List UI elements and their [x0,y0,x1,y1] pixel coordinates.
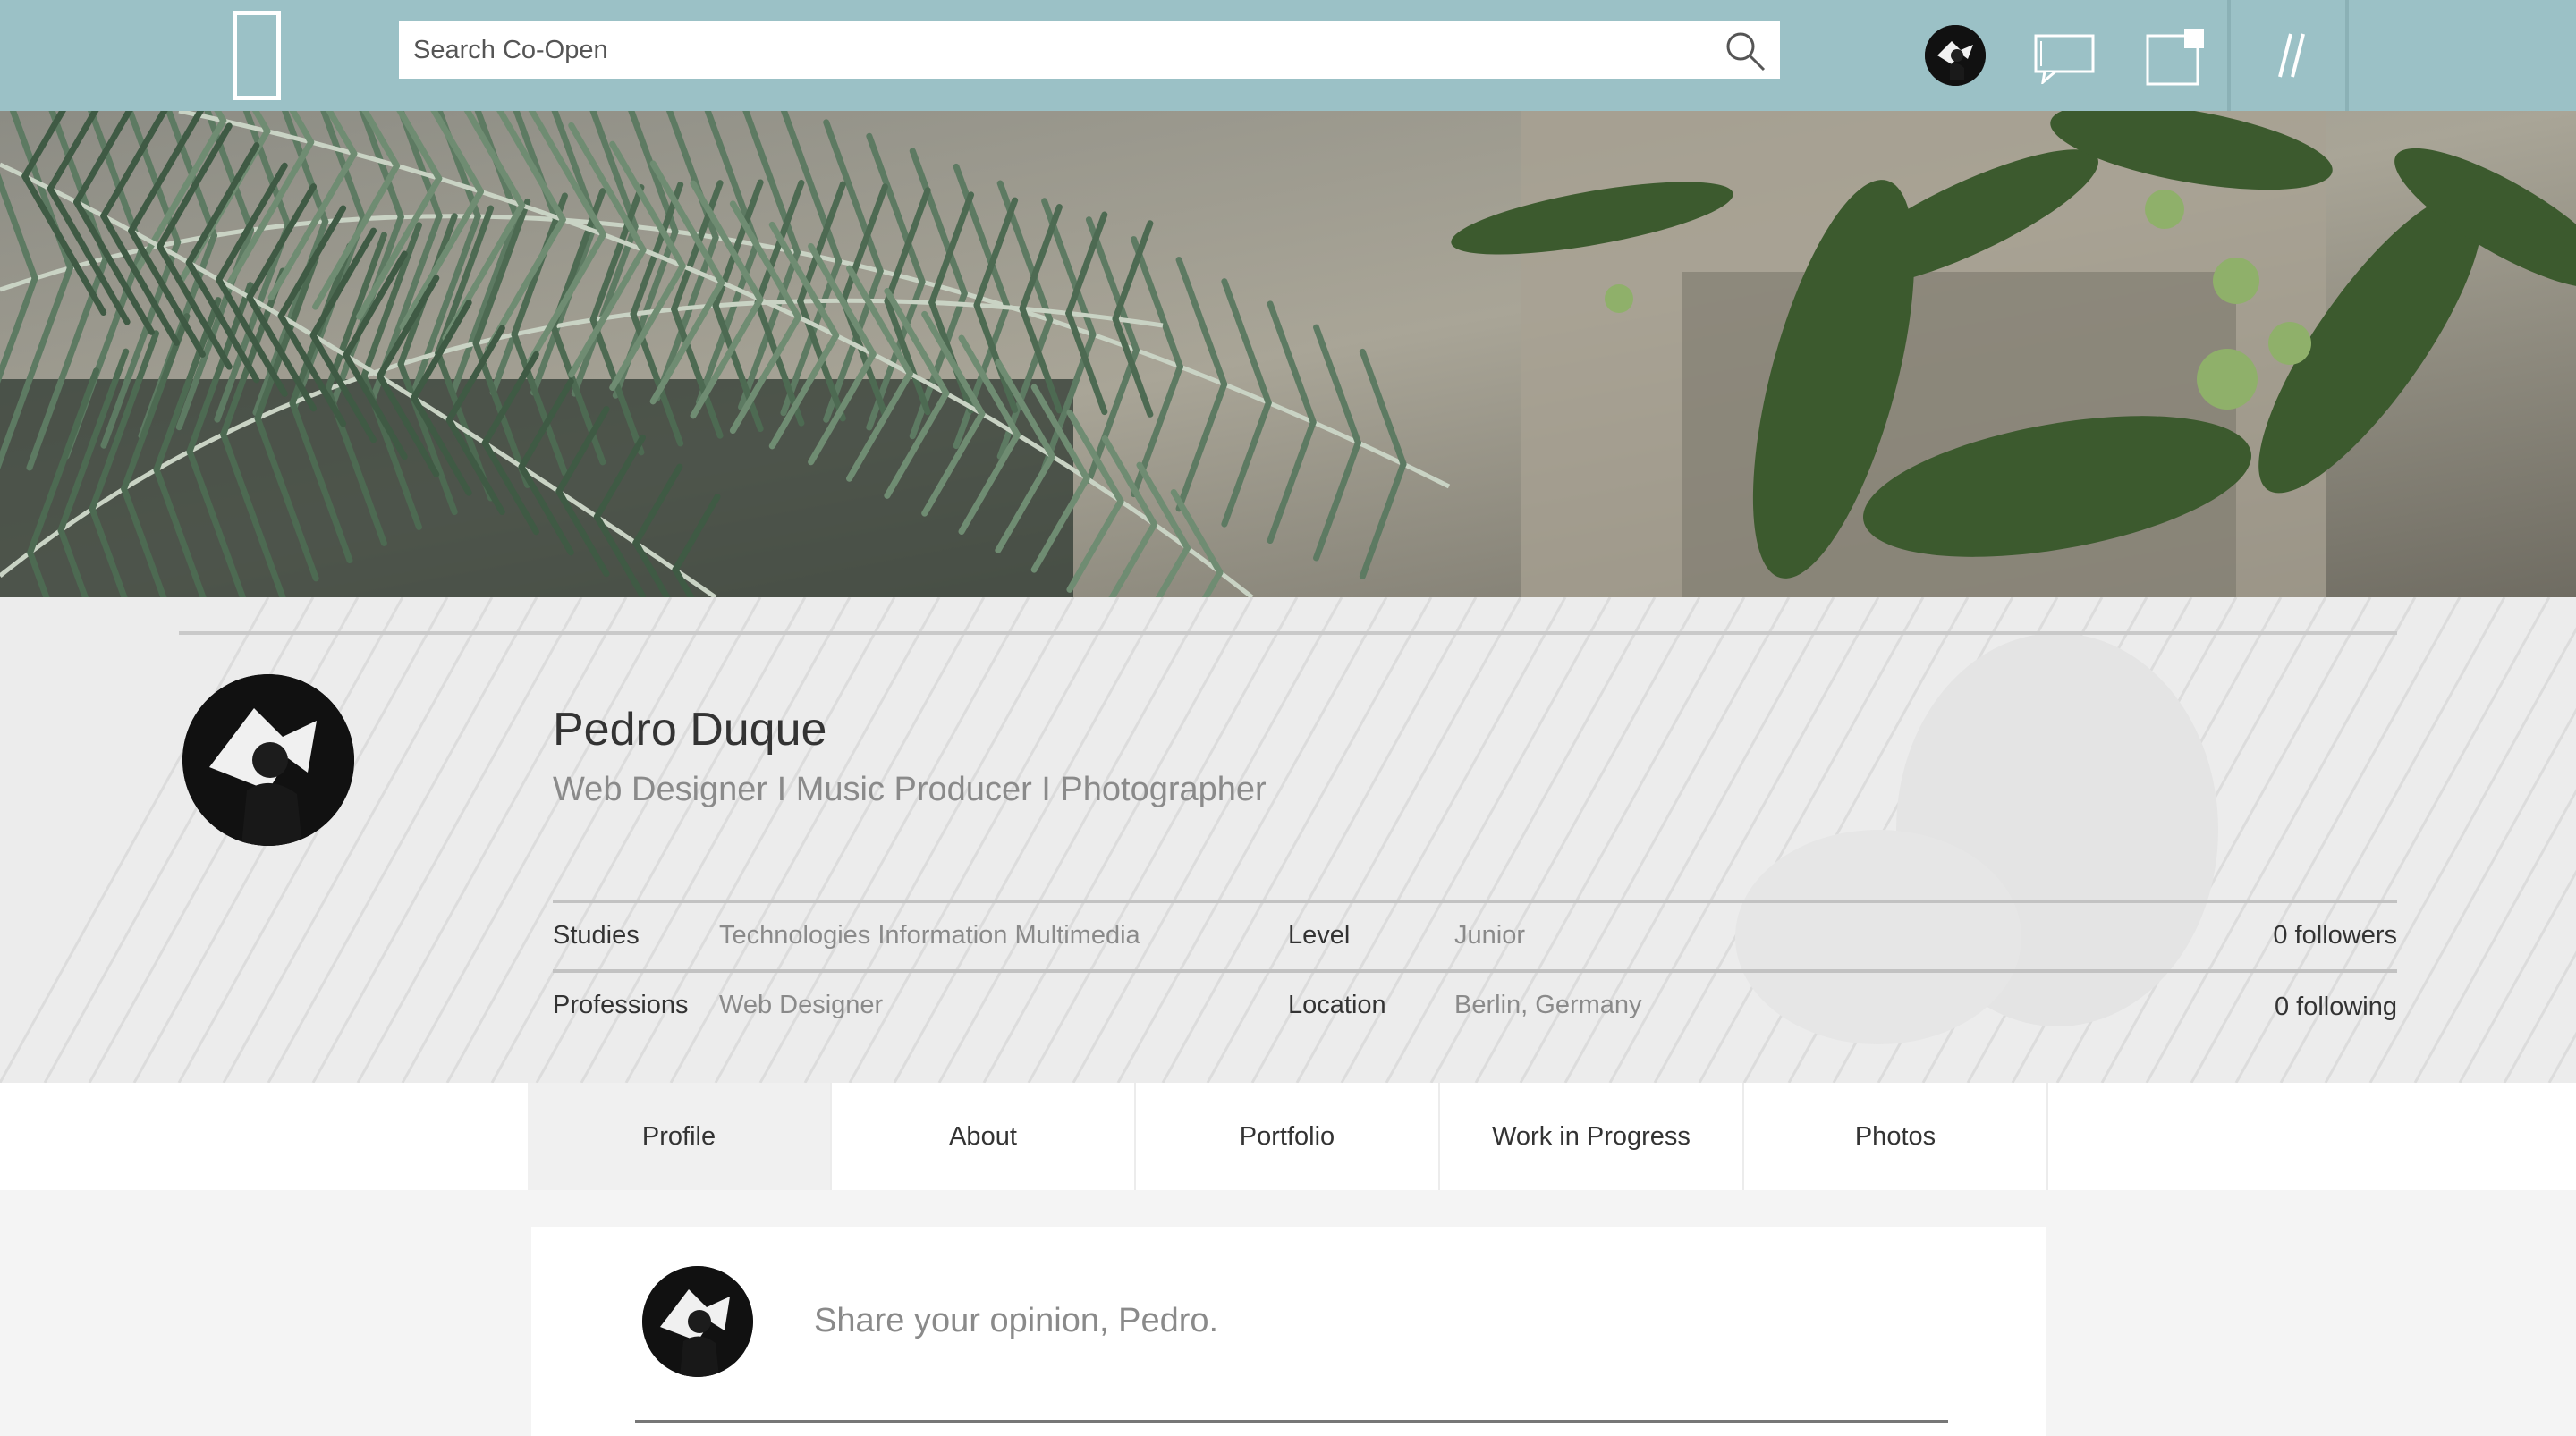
user-avatar-button[interactable] [1925,25,1986,86]
profile-name: Pedro Duque [553,704,827,756]
followers-count[interactable]: 0 followers [2273,921,2397,950]
double-slash-menu-icon [2278,33,2305,78]
nav-divider [2345,0,2349,111]
profile-header: Pedro Duque Web Designer I Music Produce… [0,597,2576,1083]
cover-photo [0,111,2576,597]
search-box [399,21,1780,79]
menu-button[interactable] [2231,0,2345,111]
profile-tagline: Web Designer I Music Producer I Photogra… [553,771,1267,808]
tab-photos[interactable]: Photos [1744,1083,2048,1190]
top-navigation-bar [0,0,2576,111]
composer-underline [635,1420,1948,1423]
messages-icon[interactable] [2034,34,2097,84]
composer-avatar [642,1266,753,1377]
studies-value: Technologies Information Multimedia [719,921,1140,950]
composer-avatar-photo [642,1266,753,1377]
studies-label: Studies [553,921,640,950]
profile-avatar[interactable] [182,674,354,846]
location-label: Location [1288,991,1386,1019]
location-value: Berlin, Germany [1454,991,1642,1019]
search-input[interactable] [399,21,1780,79]
tab-profile[interactable]: Profile [528,1083,832,1190]
professions-value: Web Designer [719,991,884,1019]
level-value: Junior [1454,921,1525,950]
notifications-icon[interactable] [2145,27,2207,86]
info-divider [553,969,2397,973]
tab-portfolio[interactable]: Portfolio [1136,1083,1440,1190]
avatar-photo [1925,25,1986,86]
opinion-input[interactable] [814,1289,1887,1352]
header-divider [179,631,2397,635]
level-label: Level [1288,921,1351,950]
co-open-logo[interactable] [233,11,281,100]
tab-work-in-progress[interactable]: Work in Progress [1440,1083,1744,1190]
tab-about[interactable]: About [832,1083,1136,1190]
post-composer [531,1227,2046,1436]
following-count[interactable]: 0 following [2275,993,2397,1022]
profile-tabs: Profile About Portfolio Work in Progress… [0,1083,2576,1190]
info-divider [553,900,2397,903]
professions-label: Professions [553,991,689,1019]
search-icon[interactable] [1723,29,1767,73]
profile-photo [182,674,354,846]
